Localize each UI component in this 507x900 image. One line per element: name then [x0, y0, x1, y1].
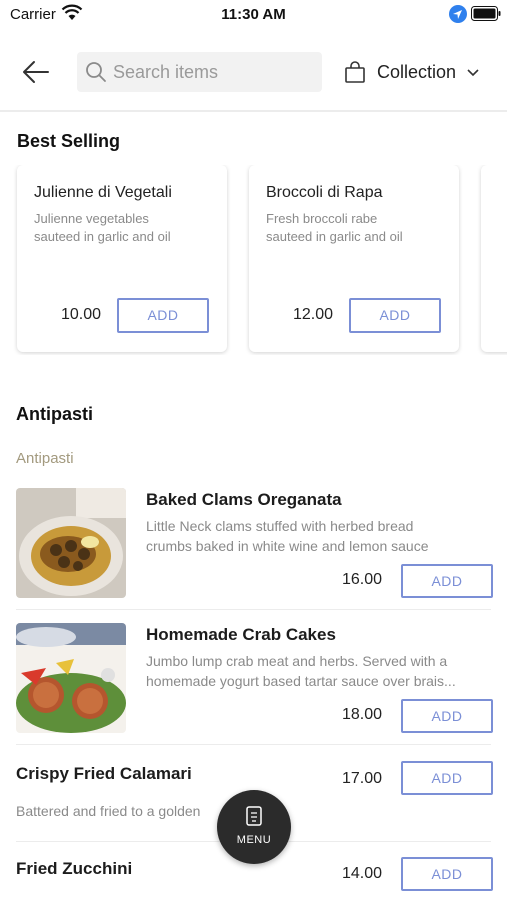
add-button[interactable]: ADD	[401, 857, 493, 891]
subcategory-label: Antipasti	[16, 450, 74, 467]
card-item-name: Broccoli di Rapa	[266, 184, 383, 201]
best-selling-card[interactable]: Julienne di Vegetali Julienne vegetables…	[17, 165, 227, 352]
item-name: Baked Clams Oreganata	[146, 490, 342, 509]
menu-item-row[interactable]: Homemade Crab Cakes Jumbo lump crab meat…	[0, 623, 507, 745]
card-item-description: Julienne vegetables sauteed in garlic an…	[34, 211, 171, 244]
item-name: Crispy Fried Calamari	[16, 764, 192, 783]
back-arrow-icon[interactable]	[18, 54, 54, 90]
card-item-price: 12.00	[292, 306, 333, 323]
item-price: 17.00	[341, 770, 382, 787]
search-box[interactable]	[77, 52, 322, 92]
menu-card-icon	[246, 806, 262, 826]
add-button[interactable]: ADD	[349, 298, 441, 333]
best-selling-carousel[interactable]: Julienne di Vegetali Julienne vegetables…	[0, 165, 507, 355]
best-selling-card-partial[interactable]	[481, 165, 507, 352]
add-button[interactable]: ADD	[401, 761, 493, 795]
location-arrow-icon	[449, 5, 467, 23]
item-price: 18.00	[341, 706, 382, 723]
item-price: 14.00	[341, 865, 382, 882]
menu-fab-button[interactable]: MENU	[217, 790, 291, 864]
menu-item-row[interactable]: Baked Clams Oreganata Little Neck clams …	[0, 488, 507, 610]
item-photo	[16, 623, 126, 733]
best-selling-card[interactable]: Broccoli di Rapa Fresh broccoli rabe sau…	[249, 165, 459, 352]
add-button[interactable]: ADD	[401, 699, 493, 733]
status-time: 11:30 AM	[221, 6, 286, 23]
add-button[interactable]: ADD	[401, 564, 493, 598]
divider	[16, 609, 491, 610]
item-name: Homemade Crab Cakes	[146, 625, 336, 644]
collection-label: Collection	[377, 62, 457, 82]
menu-fab-label: MENU	[236, 834, 272, 846]
battery-icon	[471, 6, 501, 21]
shopping-bag-icon	[345, 61, 365, 83]
search-input[interactable]	[113, 52, 313, 92]
item-name: Fried Zucchini	[16, 859, 133, 878]
card-item-name: Julienne di Vegetali	[34, 184, 172, 201]
add-button[interactable]: ADD	[117, 298, 209, 333]
item-price: 16.00	[341, 571, 382, 588]
best-selling-title: Best Selling	[17, 131, 121, 151]
card-item-price: 10.00	[60, 306, 101, 323]
item-description: Battered and fried to a golden	[16, 803, 201, 819]
chevron-down-icon	[467, 69, 479, 77]
status-bar: Carrier 11:30 AM	[0, 0, 507, 30]
card-item-description: Fresh broccoli rabe sauteed in garlic an…	[266, 211, 403, 244]
item-description: Little Neck clams stuffed with herbed br…	[146, 518, 429, 554]
divider	[16, 744, 491, 745]
antipasti-title: Antipasti	[16, 404, 94, 424]
collection-dropdown[interactable]: Collection	[342, 52, 492, 92]
header: Collection	[0, 30, 507, 112]
item-description: Jumbo lump crab meat and herbs. Served w…	[146, 653, 456, 689]
item-photo	[16, 488, 126, 598]
search-icon	[86, 62, 106, 82]
